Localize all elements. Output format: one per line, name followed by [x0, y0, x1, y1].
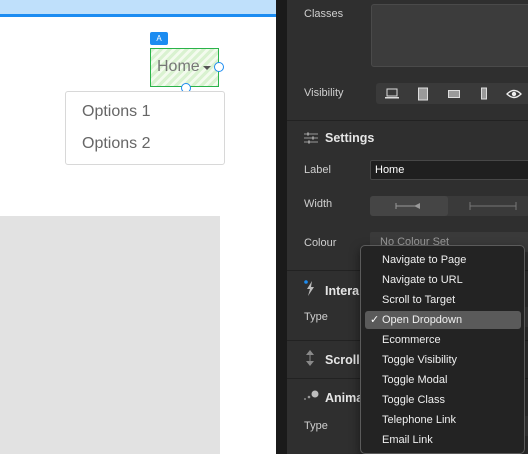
- menu-item-toggle-class[interactable]: Toggle Class: [365, 391, 521, 409]
- eye-icon: [505, 89, 522, 98]
- interaction-type-menu: Navigate to Page Navigate to URL Scroll …: [360, 245, 525, 454]
- menu-item-label: Ecommerce: [382, 334, 441, 346]
- section-divider: [287, 120, 528, 121]
- menu-item-label: Navigate to Page: [382, 254, 467, 266]
- scroll-section-title: Scroll: [325, 353, 360, 367]
- menu-item-label: Scroll to Target: [382, 294, 456, 306]
- visibility-tablet-landscape-button[interactable]: [440, 83, 467, 104]
- menu-item-label: Toggle Modal: [382, 374, 448, 386]
- caret-down-icon: [203, 66, 211, 70]
- dropdown-menu-item[interactable]: Options 2: [82, 135, 150, 153]
- menu-item-label: Toggle Visibility: [382, 354, 458, 366]
- settings-section-header[interactable]: Settings: [287, 122, 528, 156]
- checkmark-icon: ✓: [370, 314, 380, 326]
- menu-item-label: Open Dropdown: [382, 314, 463, 326]
- menu-item-ecommerce[interactable]: Ecommerce: [365, 331, 521, 349]
- menu-item-label: Toggle Class: [382, 394, 445, 406]
- design-canvas[interactable]: A Home Options 1 Options 2: [0, 0, 276, 454]
- colour-label: Colour: [304, 237, 337, 249]
- dropdown-menu: Options 1 Options 2: [65, 91, 225, 165]
- menu-item-telephone-link[interactable]: Telephone Link: [365, 411, 521, 429]
- classes-input[interactable]: [371, 4, 528, 67]
- menu-item-toggle-visibility[interactable]: Toggle Visibility: [365, 351, 521, 369]
- label-input[interactable]: Home: [370, 160, 528, 180]
- width-label: Width: [304, 198, 333, 210]
- animation-dots-icon: [304, 390, 319, 400]
- menu-item-navigate-to-page[interactable]: Navigate to Page: [365, 251, 521, 269]
- menu-item-label: Email Link: [382, 434, 433, 446]
- width-full-button[interactable]: [450, 196, 528, 216]
- laptop-icon: [384, 88, 399, 98]
- width-auto-icon: [395, 203, 420, 209]
- menu-item-email-link[interactable]: Email Link: [365, 431, 521, 449]
- dropdown-toggle-label: Home: [157, 58, 200, 75]
- menu-item-open-dropdown[interactable]: ✓ Open Dropdown: [365, 311, 521, 329]
- menu-item-toggle-modal[interactable]: Toggle Modal: [365, 371, 521, 389]
- visibility-label: Visibility: [304, 87, 344, 99]
- width-auto-button[interactable]: [370, 196, 448, 216]
- dropdown-menu-item[interactable]: Options 1: [82, 103, 150, 121]
- animation-section-title: Anima: [325, 391, 364, 405]
- menu-item-label: Navigate to URL: [382, 274, 463, 286]
- classes-label: Classes: [304, 8, 344, 20]
- visibility-desktop-button[interactable]: [378, 83, 405, 104]
- menu-item-navigate-to-url[interactable]: Navigate to URL: [365, 271, 521, 289]
- width-toggle-group: [370, 196, 528, 216]
- tablet-icon: [417, 87, 428, 100]
- interactions-section-title: Intera: [325, 284, 360, 298]
- lightning-icon: [304, 280, 314, 296]
- canvas-gray-section[interactable]: [0, 216, 220, 454]
- tablet-landscape-icon: [447, 89, 460, 98]
- visibility-eye-button[interactable]: [500, 83, 527, 104]
- visibility-toggle-group: [376, 83, 528, 104]
- menu-item-label: Telephone Link: [382, 414, 457, 426]
- dropdown-toggle[interactable]: Home: [150, 48, 219, 87]
- mobile-icon: [480, 87, 487, 100]
- width-full-icon: [469, 202, 517, 210]
- settings-section-title: Settings: [325, 131, 375, 145]
- sliders-icon: [304, 132, 318, 144]
- element-badge: A: [150, 32, 168, 45]
- interaction-type-label: Type: [304, 311, 328, 323]
- label-field-label: Label: [304, 164, 331, 176]
- visibility-tablet-button[interactable]: [409, 83, 436, 104]
- scroll-arrows-icon: [306, 350, 314, 366]
- menu-item-scroll-to-target[interactable]: Scroll to Target: [365, 291, 521, 309]
- canvas-top-bar: [0, 0, 276, 17]
- resize-handle-right[interactable]: [214, 62, 224, 72]
- animation-type-label: Type: [304, 420, 328, 432]
- visibility-mobile-button[interactable]: [470, 83, 497, 104]
- panel-divider: [276, 0, 287, 454]
